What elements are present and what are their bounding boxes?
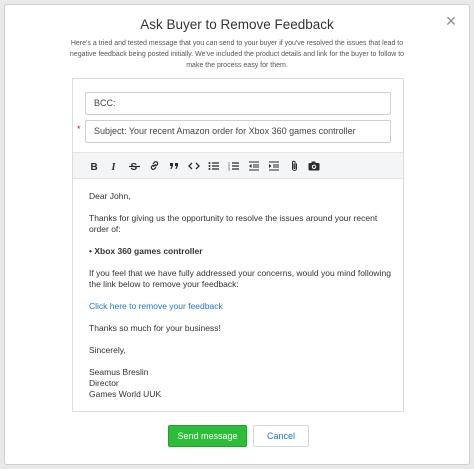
message-line-2: If you feel that we have fully addressed… xyxy=(89,268,391,289)
camera-icon[interactable] xyxy=(304,156,324,176)
signature-name: Seamus Breslin xyxy=(89,367,149,377)
required-marker: * xyxy=(77,124,81,134)
remove-feedback-link[interactable]: Click here to remove your feedback xyxy=(89,301,393,312)
svg-text:I: I xyxy=(111,162,117,171)
link-icon[interactable] xyxy=(144,156,164,176)
send-message-button[interactable]: Send message xyxy=(168,425,247,447)
italic-icon[interactable]: I xyxy=(104,156,124,176)
modal-title: Ask Buyer to Remove Feedback xyxy=(140,17,334,32)
attachment-icon[interactable] xyxy=(284,156,304,176)
greeting: Dear John, xyxy=(89,191,131,201)
bullet-list-icon[interactable] xyxy=(204,156,224,176)
quote-icon[interactable] xyxy=(164,156,184,176)
svg-text:B: B xyxy=(91,162,98,171)
formatting-toolbar: B I S 123 xyxy=(73,152,403,179)
cancel-button[interactable]: Cancel xyxy=(253,425,309,447)
thanks-line: Thanks so much for your business! xyxy=(89,323,221,333)
bold-icon[interactable]: B xyxy=(84,156,104,176)
svg-text:3: 3 xyxy=(228,167,230,171)
order-item: • Xbox 360 games controller xyxy=(89,246,203,256)
signoff: Sincerely, xyxy=(89,345,126,355)
code-icon[interactable] xyxy=(184,156,204,176)
outdent-icon[interactable] xyxy=(244,156,264,176)
message-editor: BCC: * Subject: Your recent Amazon order… xyxy=(72,78,404,412)
modal-intro: Here's a tried and tested message that y… xyxy=(69,40,405,69)
bcc-field[interactable]: BCC: xyxy=(85,92,391,115)
strikethrough-icon[interactable]: S xyxy=(124,156,144,176)
numbered-list-icon[interactable]: 123 xyxy=(224,156,244,176)
signature-company: Games World UUK xyxy=(89,389,162,399)
feedback-removal-modal: × Ask Buyer to Remove Feedback Here's a … xyxy=(4,4,470,465)
signature-title: Director xyxy=(89,378,119,388)
indent-icon[interactable] xyxy=(264,156,284,176)
message-body[interactable]: Dear John, Thanks for giving us the oppo… xyxy=(89,191,393,400)
message-line-1: Thanks for giving us the opportunity to … xyxy=(89,213,378,234)
subject-field[interactable]: Subject: Your recent Amazon order for Xb… xyxy=(85,120,391,143)
